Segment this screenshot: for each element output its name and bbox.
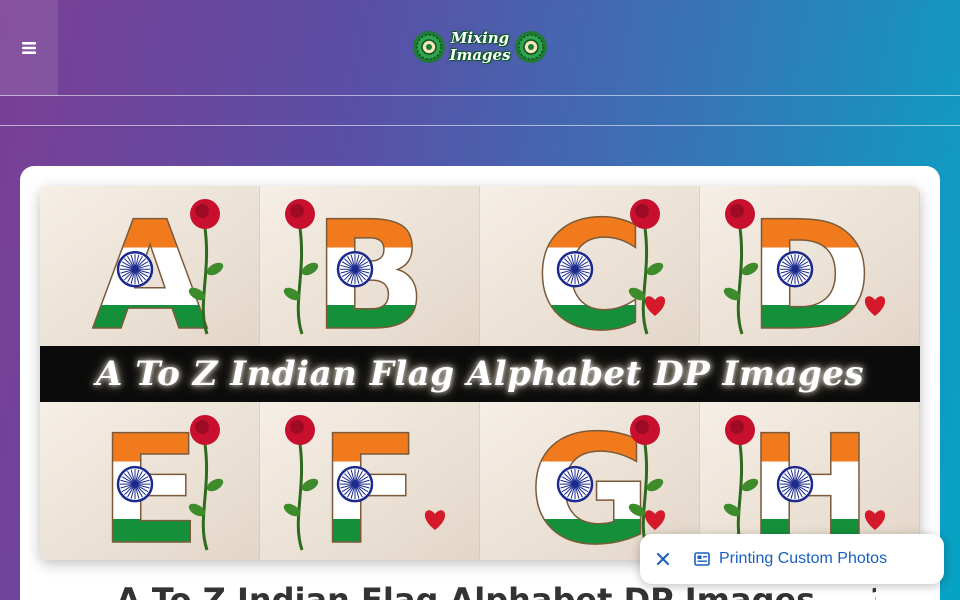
- letter-tile: B: [260, 186, 481, 365]
- secondary-nav-bar: [0, 96, 960, 126]
- green-floral-emblem-icon: [515, 31, 547, 63]
- toast-link[interactable]: Printing Custom Photos: [686, 534, 887, 584]
- hero-banner-text: A To Z Indian Flag Alphabet DP Images: [96, 354, 864, 394]
- chakra-icon: [116, 250, 154, 288]
- hamburger-menu-icon: [22, 42, 36, 54]
- chakra-icon: [776, 250, 814, 288]
- letter-tile: D: [700, 186, 920, 365]
- toast-link-label: Printing Custom Photos: [719, 550, 888, 567]
- chakra-icon: [556, 250, 594, 288]
- site-header: Mixing Images: [0, 0, 960, 96]
- logo-text: Mixing Images: [449, 30, 511, 64]
- hero-image[interactable]: ABCDEFGH A To Z Indian Flag Alphabet DP …: [40, 186, 920, 560]
- logo-line-1: Mixing: [450, 29, 510, 47]
- letter-tile: A: [40, 186, 261, 365]
- site-logo[interactable]: Mixing Images: [412, 24, 548, 70]
- chakra-icon: [556, 465, 594, 503]
- chakra-icon: [776, 465, 814, 503]
- close-icon: [657, 553, 669, 565]
- green-floral-emblem-icon: [413, 31, 445, 63]
- newspaper-icon: [694, 552, 710, 566]
- menu-button[interactable]: [0, 0, 58, 96]
- toast-close-button[interactable]: [640, 534, 686, 584]
- chakra-icon: [116, 465, 154, 503]
- letter-tile: C: [480, 186, 701, 365]
- chakra-icon: [336, 465, 374, 503]
- logo-line-2: Images: [449, 46, 511, 64]
- hero-banner: A To Z Indian Flag Alphabet DP Images: [40, 346, 920, 402]
- recommendation-toast: Printing Custom Photos: [640, 534, 944, 584]
- chakra-icon: [336, 250, 374, 288]
- letter-tile: E: [40, 402, 261, 560]
- letter-tile: F: [260, 402, 481, 560]
